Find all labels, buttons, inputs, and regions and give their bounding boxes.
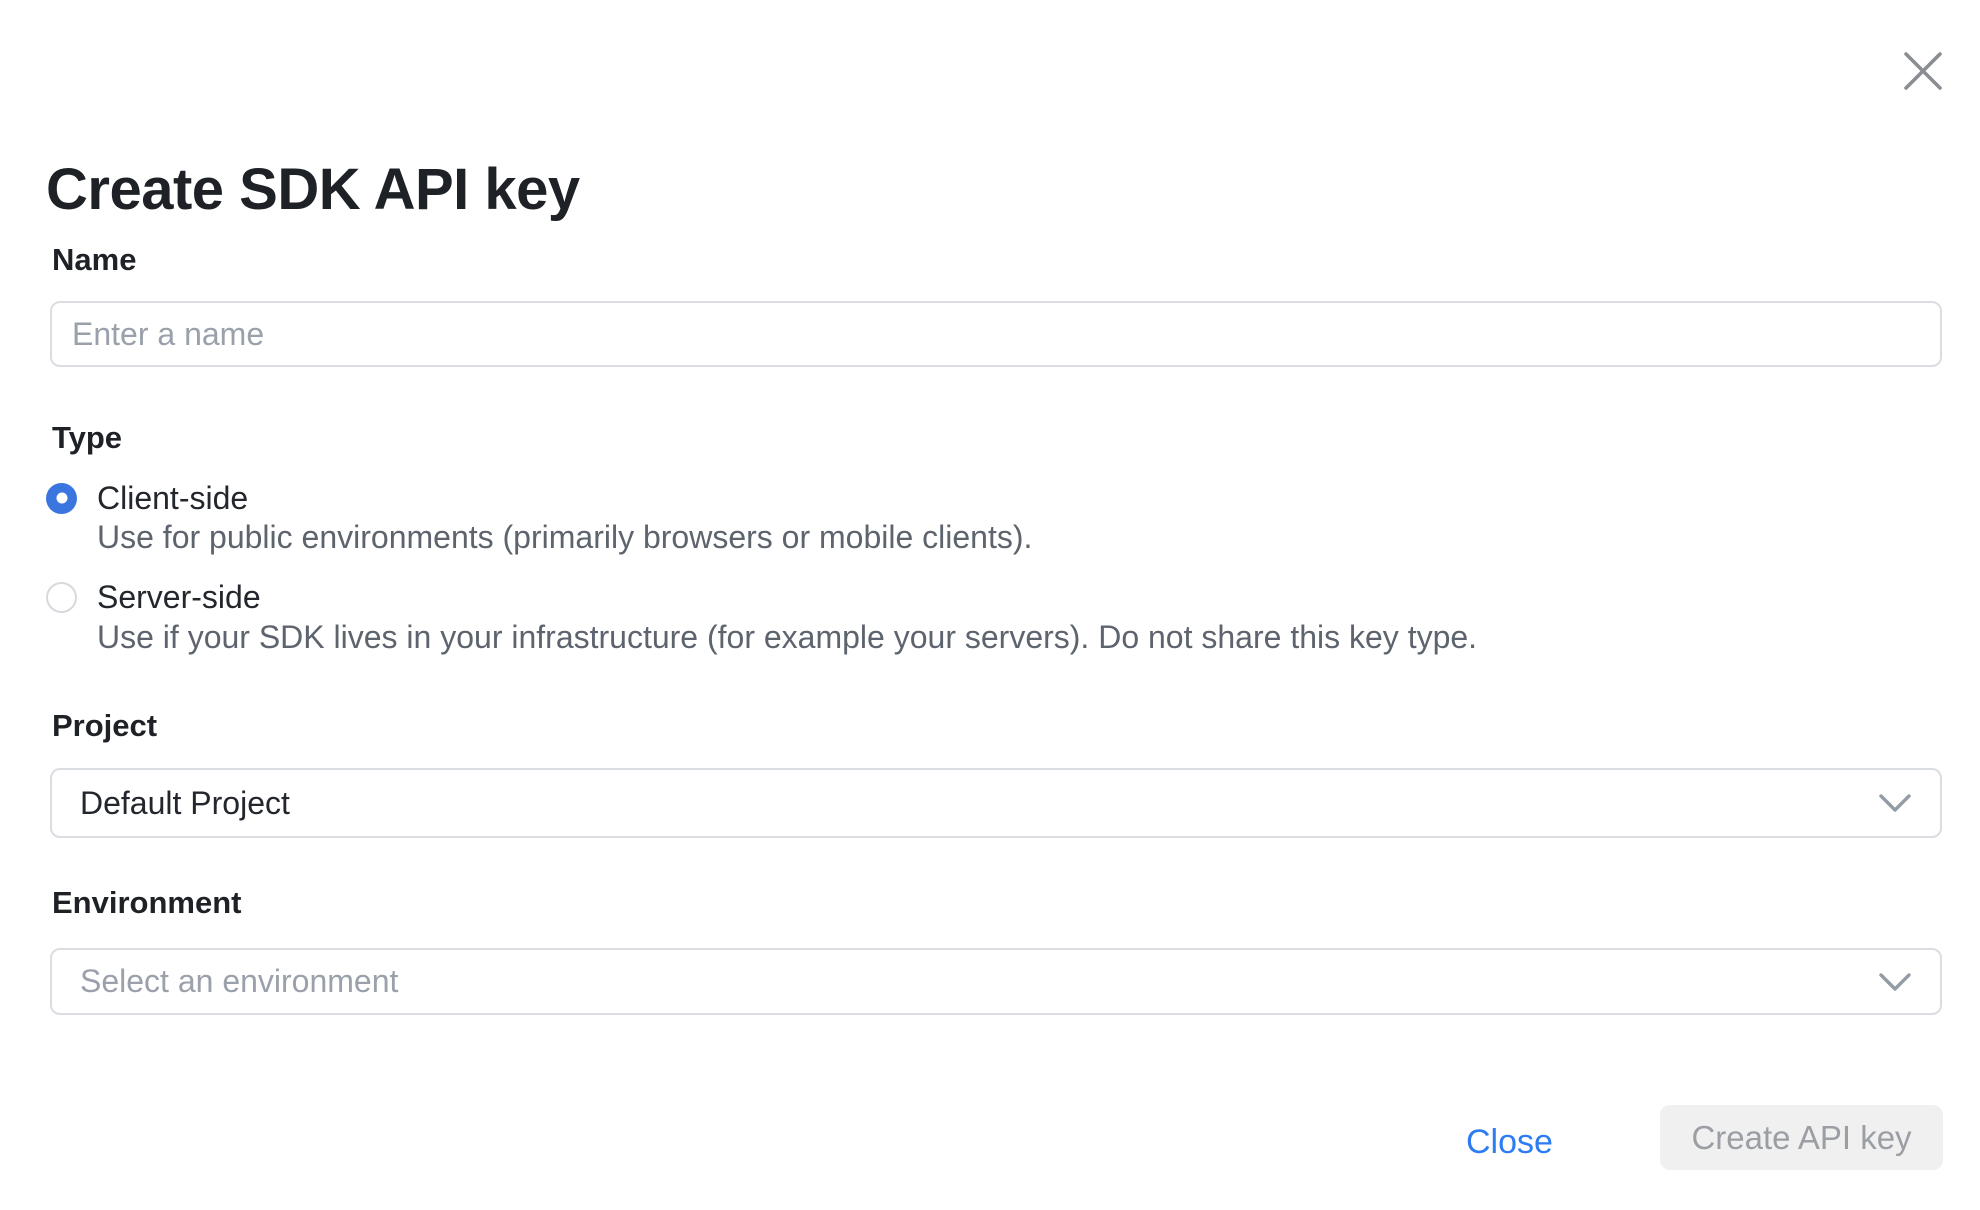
type-field-label: Type	[52, 418, 122, 458]
radio-option-client-side[interactable]: Client-side	[46, 481, 248, 515]
chevron-down-icon	[1878, 792, 1912, 814]
radio-label-client-side: Client-side	[97, 480, 248, 517]
environment-field-label: Environment	[52, 883, 241, 923]
name-input[interactable]	[50, 301, 1942, 367]
radio-label-server-side: Server-side	[97, 579, 261, 616]
close-button[interactable]	[1896, 44, 1950, 98]
page-title: Create SDK API key	[46, 155, 580, 225]
radio-option-server-side[interactable]: Server-side	[46, 580, 261, 614]
create-api-key-button[interactable]: Create API key	[1660, 1105, 1943, 1170]
radio-button-client-side[interactable]	[46, 483, 77, 514]
project-select[interactable]: Default Project	[50, 768, 1942, 838]
close-icon	[1903, 51, 1943, 91]
close-link-button[interactable]: Close	[1466, 1122, 1553, 1162]
project-select-value: Default Project	[80, 785, 290, 822]
client-side-description: Use for public environments (primarily b…	[97, 517, 1032, 557]
environment-select-placeholder: Select an environment	[80, 963, 398, 1000]
create-sdk-api-key-dialog: Create SDK API key Name Type Client-side…	[0, 0, 1980, 1210]
radio-button-server-side[interactable]	[46, 582, 77, 613]
chevron-down-icon	[1878, 971, 1912, 993]
server-side-description: Use if your SDK lives in your infrastruc…	[97, 617, 1477, 657]
environment-select[interactable]: Select an environment	[50, 948, 1942, 1015]
project-field-label: Project	[52, 706, 157, 746]
name-field-label: Name	[52, 240, 136, 280]
